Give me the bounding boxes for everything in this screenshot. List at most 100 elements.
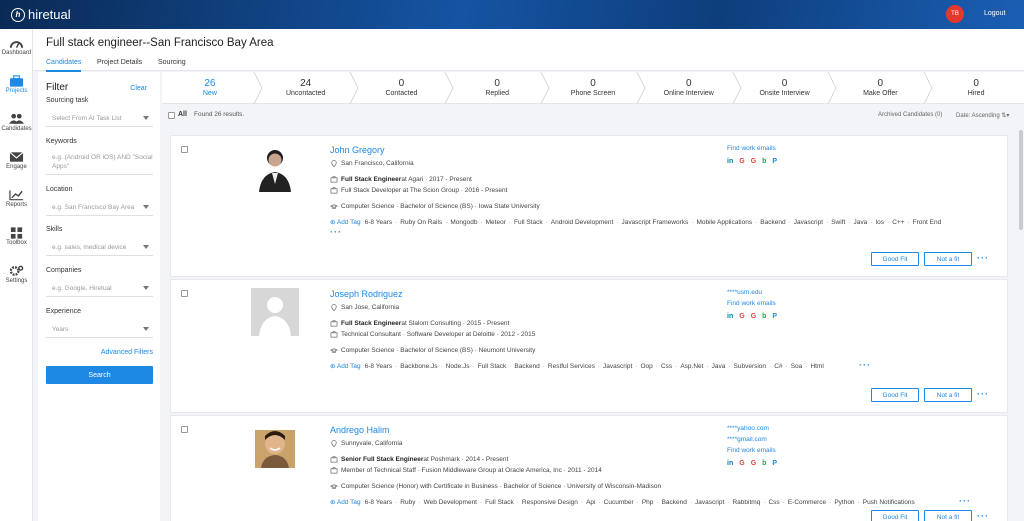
more-tags-button[interactable]: ··· bbox=[859, 360, 871, 370]
nav-toolbox[interactable]: Toolbox bbox=[0, 227, 33, 246]
candidate-checkbox[interactable] bbox=[181, 426, 188, 433]
skill-tag: Oop bbox=[640, 363, 653, 370]
nav-reports[interactable]: Reports bbox=[0, 189, 33, 208]
candidate-checkbox[interactable] bbox=[181, 290, 188, 297]
location-select[interactable]: e.g. San Francisco Bay Area bbox=[46, 200, 153, 216]
skill-tag: Ruby On Rails bbox=[400, 219, 443, 226]
skill-tag: Ios bbox=[875, 219, 885, 226]
stage-make-offer[interactable]: 0 Make Offer bbox=[832, 72, 928, 104]
good-fit-button[interactable]: Good Fit bbox=[871, 388, 919, 402]
google-plus-icon[interactable]: G bbox=[751, 313, 756, 320]
user-avatar[interactable]: TB bbox=[946, 5, 964, 23]
candidate-job: Technical Consultant · Software Develope… bbox=[330, 331, 535, 338]
linkedin-icon[interactable]: in bbox=[727, 313, 733, 320]
more-actions-button[interactable]: ··· bbox=[977, 511, 989, 521]
candidate-name[interactable]: Joseph Rodriguez bbox=[330, 289, 403, 299]
tab-sourcing[interactable]: Sourcing bbox=[158, 59, 186, 66]
google-icon[interactable]: G bbox=[739, 158, 744, 165]
logo-icon: h bbox=[11, 7, 25, 22]
linkedin-icon[interactable]: in bbox=[727, 158, 733, 165]
stage-uncontacted[interactable]: 24 Uncontacted bbox=[258, 72, 354, 104]
stage-onsite-interview[interactable]: 0 Onsite Interview bbox=[737, 72, 833, 104]
find-work-emails-link[interactable]: Find work emails bbox=[727, 145, 776, 152]
stage-online-interview[interactable]: 0 Online Interview bbox=[641, 72, 737, 104]
logout-link[interactable]: Logout bbox=[984, 10, 1005, 17]
google-icon[interactable]: G bbox=[739, 313, 744, 320]
dashboard-icon bbox=[9, 41, 24, 49]
linkedin-icon[interactable]: in bbox=[727, 460, 733, 467]
candidate-tags: ⊕ Add Tag 6-8 Years · Ruby On Rails · Mongodb… bbox=[330, 219, 942, 226]
experience-select[interactable]: Years bbox=[46, 322, 153, 338]
not-a-fit-button[interactable]: Not a fit bbox=[924, 510, 972, 521]
sort-icon: ⇅▾ bbox=[1001, 113, 1010, 119]
candidate-card[interactable]: John Gregory San Francisco, California Ful… bbox=[170, 135, 1008, 277]
pinterest-icon[interactable]: P bbox=[772, 313, 777, 320]
good-fit-button[interactable]: Good Fit bbox=[871, 252, 919, 266]
tab-project-details[interactable]: Project Details bbox=[97, 59, 142, 66]
bing-icon[interactable]: b bbox=[762, 460, 766, 467]
keywords-input[interactable]: e.g. (Android OR iOS) AND "Social Apps" bbox=[46, 151, 153, 175]
companies-select[interactable]: e.g. Google, Hiretual bbox=[46, 281, 153, 297]
google-plus-icon[interactable]: G bbox=[751, 158, 756, 165]
archived-candidates-link[interactable]: Archived Candidates (0) bbox=[878, 112, 942, 118]
scrollbar[interactable] bbox=[1019, 130, 1023, 230]
search-button[interactable]: Search bbox=[46, 366, 153, 384]
nav-settings[interactable]: Settings bbox=[0, 265, 33, 284]
clear-filters-link[interactable]: Clear bbox=[130, 85, 147, 92]
social-links: in G Gb P bbox=[727, 313, 777, 320]
more-actions-button[interactable]: ··· bbox=[977, 253, 989, 263]
find-work-emails-link[interactable]: Find work emails bbox=[727, 447, 776, 454]
skills-select[interactable]: e.g. sales, medical device bbox=[46, 240, 153, 256]
add-tag-button[interactable]: ⊕ Add Tag bbox=[330, 363, 361, 370]
good-fit-button[interactable]: Good Fit bbox=[871, 510, 919, 521]
advanced-filters-link[interactable]: Advanced Filters bbox=[101, 349, 153, 356]
stage-new[interactable]: 26 New bbox=[162, 72, 258, 104]
candidate-card[interactable]: Joseph Rodriguez San Jose, California Full… bbox=[170, 279, 1008, 413]
candidate-checkbox[interactable] bbox=[181, 146, 188, 153]
chevron-down-icon bbox=[143, 205, 149, 209]
more-tags-button[interactable]: ··· bbox=[959, 496, 971, 506]
tab-candidates[interactable]: Candidates bbox=[46, 59, 82, 72]
select-all-checkbox[interactable] bbox=[168, 112, 175, 119]
find-work-emails-link[interactable]: Find work emails bbox=[727, 300, 776, 307]
nav-candidates[interactable]: Candidates bbox=[0, 113, 33, 132]
pinterest-icon[interactable]: P bbox=[772, 460, 777, 467]
sourcing-task-select[interactable]: Select From AI Task List bbox=[46, 111, 153, 127]
stage-count: 26 bbox=[204, 78, 216, 89]
stage-replied[interactable]: 0 Replied bbox=[449, 72, 545, 104]
candidate-name[interactable]: Andrego Halim bbox=[330, 425, 390, 435]
more-actions-button[interactable]: ··· bbox=[977, 389, 989, 399]
candidate-name[interactable]: John Gregory bbox=[330, 145, 385, 155]
google-plus-icon[interactable]: G bbox=[751, 460, 756, 467]
stage-count: 24 bbox=[300, 78, 312, 89]
email-link[interactable]: ****gmail.com bbox=[727, 436, 767, 443]
nav-dashboard[interactable]: Dashboard bbox=[0, 37, 33, 56]
candidate-card[interactable]: Andrego Halim Sunnyvale, California Senior… bbox=[170, 415, 1008, 521]
nav-projects[interactable]: Projects bbox=[0, 75, 33, 94]
sort-dropdown[interactable]: Date: Ascending ⇅▾ bbox=[956, 112, 1009, 119]
email-link[interactable]: ****usm.edu bbox=[727, 289, 762, 296]
briefcase-icon bbox=[330, 467, 338, 474]
location-label: Location bbox=[46, 186, 73, 193]
stage-phone-screen[interactable]: 0 Phone Screen bbox=[545, 72, 641, 104]
add-tag-button[interactable]: ⊕ Add Tag bbox=[330, 219, 361, 226]
bing-icon[interactable]: b bbox=[762, 313, 766, 320]
stage-contacted[interactable]: 0 Contacted bbox=[354, 72, 450, 104]
add-tag-button[interactable]: ⊕ Add Tag bbox=[330, 499, 361, 506]
skill-tag: Soa bbox=[790, 363, 803, 370]
not-a-fit-button[interactable]: Not a fit bbox=[924, 252, 972, 266]
pinterest-icon[interactable]: P bbox=[772, 158, 777, 165]
stage-hired[interactable]: 0 Hired bbox=[928, 72, 1024, 104]
nav-engage[interactable]: Engage bbox=[0, 151, 33, 170]
google-icon[interactable]: G bbox=[739, 460, 744, 467]
hiretual-logo[interactable]: h hiretual bbox=[11, 7, 71, 22]
bing-icon[interactable]: b bbox=[762, 158, 766, 165]
more-tags-button[interactable]: ··· bbox=[330, 227, 342, 237]
email-link[interactable]: ****yahoo.com bbox=[727, 425, 769, 432]
skill-tag: Api bbox=[586, 499, 596, 506]
skill-tag: Php bbox=[641, 499, 654, 506]
job-title: Senior Full Stack Engineer bbox=[341, 456, 424, 463]
not-a-fit-button[interactable]: Not a fit bbox=[924, 388, 972, 402]
briefcase-icon bbox=[330, 176, 338, 183]
grid-icon bbox=[10, 227, 23, 239]
